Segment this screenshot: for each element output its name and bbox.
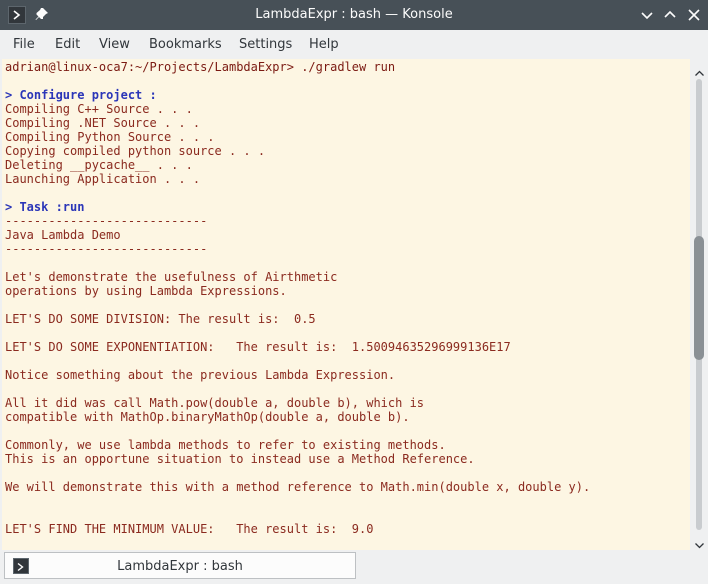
scroll-down-icon[interactable] [694,536,705,549]
terminal-line: Let's demonstrate the usefulness of Airt… [5,270,338,284]
menu-bar: File Edit View Bookmarks Settings Help [0,30,708,59]
terminal-line: All it did was call Math.pow(double a, d… [5,396,425,410]
terminal-line: LET'S DO SOME EXPONENTIATION: The result… [5,340,511,354]
terminal-line: LET'S FIND THE MINIMUM VALUE: The result… [5,522,374,536]
window-title: LambdaExpr : bash — Konsole [255,7,453,22]
terminal-line: This is an opportune situation to instea… [5,452,475,466]
terminal-line: ---------------------------- [5,242,208,256]
terminal-line: LET'S DO SOME DIVISION: The result is: 0… [5,312,316,326]
terminal-line: Java Lambda Demo [5,228,121,242]
terminal-output[interactable]: adrian@linux-oca7:~/Projects/LambdaExpr>… [2,59,690,550]
terminal-line: compatible with MathOp.binaryMathOp(doub… [5,410,410,424]
terminal-line: > Task :run [5,200,85,214]
scroll-up-icon[interactable] [694,64,705,76]
terminal-line: Copying compiled python source . . . [5,144,266,158]
terminal-line: Compiling .NET Source . . . [5,116,201,130]
konsole-window: LambdaExpr : bash — Konsole File Edit Vi… [0,0,708,584]
tab-label: LambdaExpr : bash [117,559,243,574]
title-bar[interactable]: LambdaExpr : bash — Konsole [0,0,708,30]
terminal-line: Launching Application . . . [5,172,201,186]
terminal-line: Compiling C++ Source . . . [5,102,193,116]
menu-edit[interactable]: Edit [55,37,80,52]
tab-bar: LambdaExpr : bash [0,550,708,584]
menu-help[interactable]: Help [309,37,339,52]
maximize-icon[interactable] [660,5,680,25]
terminal-lines: adrian@linux-oca7:~/Projects/LambdaExpr>… [5,60,590,536]
terminal-line: operations by using Lambda Expressions. [5,284,287,298]
terminal-line: Compiling Python Source . . . [5,130,215,144]
tab-lambdaexpr-bash[interactable]: LambdaExpr : bash [4,552,356,579]
menu-file[interactable]: File [13,37,35,52]
terminal-line: Notice something about the previous Lamb… [5,368,396,382]
terminal-scrollbar[interactable] [691,59,708,550]
terminal-line: We will demonstrate this with a method r… [5,480,591,494]
terminal-line: ---------------------------- [5,214,208,228]
terminal-line: adrian@linux-oca7:~/Projects/LambdaExpr>… [5,60,396,74]
terminal-line: > Configure project : [5,88,157,102]
minimize-icon[interactable] [637,5,657,25]
menu-settings[interactable]: Settings [239,37,292,52]
menu-view[interactable]: View [99,37,130,52]
scrollbar-thumb[interactable] [694,236,704,360]
terminal-line: Deleting __pycache__ . . . [5,158,193,172]
close-icon[interactable] [684,5,704,25]
terminal-line: Commonly, we use lambda methods to refer… [5,438,446,452]
menu-bookmarks[interactable]: Bookmarks [149,37,222,52]
